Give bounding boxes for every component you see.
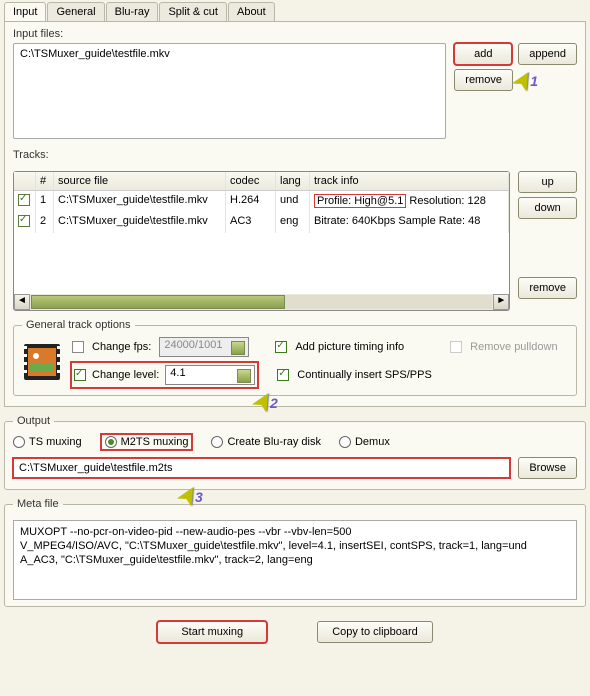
remove-pulldown-checkbox <box>450 341 462 353</box>
film-icon <box>22 342 62 382</box>
col-num[interactable]: # <box>36 172 54 190</box>
up-button[interactable]: up <box>518 171 577 193</box>
copy-clipboard-button[interactable]: Copy to clipboard <box>317 621 433 643</box>
output-path-input[interactable]: C:\TSMuxer_guide\testfile.m2ts <box>13 458 510 478</box>
input-file-item[interactable]: C:\TSMuxer_guide\testfile.mkv <box>20 48 439 60</box>
track-lang: und <box>276 191 310 212</box>
gto-legend: General track options <box>22 319 135 331</box>
ts-muxing-radio[interactable] <box>13 436 25 448</box>
meta-line: A_AC3, "C:\TSMuxer_guide\testfile.mkv", … <box>20 553 570 567</box>
cont-sps-label: Continually insert SPS/PPS <box>297 369 432 381</box>
track-checkbox[interactable] <box>18 194 30 206</box>
m2ts-highlight: M2TS muxing <box>100 433 194 451</box>
level-select[interactable]: 4.1 <box>165 365 255 385</box>
remove-track-button[interactable]: remove <box>518 277 577 299</box>
track-codec: H.264 <box>226 191 276 212</box>
scroll-right-icon[interactable]: ► <box>493 294 509 310</box>
change-level-checkbox[interactable] <box>74 369 86 381</box>
annotation-arrow-icon: ➤ <box>244 384 282 418</box>
tab-about[interactable]: About <box>228 2 275 21</box>
change-level-group-highlight: Change level: 4.1 <box>72 363 257 387</box>
add-button[interactable]: add <box>454 43 512 65</box>
ts-muxing-label: TS muxing <box>29 436 82 448</box>
tab-general[interactable]: General <box>47 2 104 21</box>
change-level-label: Change level: <box>92 369 159 381</box>
table-row[interactable]: 2 C:\TSMuxer_guide\testfile.mkv AC3 eng … <box>14 212 509 233</box>
col-info[interactable]: track info <box>310 172 509 190</box>
track-num: 2 <box>36 212 54 233</box>
demux-label: Demux <box>355 436 390 448</box>
change-fps-label: Change fps: <box>92 341 151 353</box>
track-num: 1 <box>36 191 54 212</box>
input-files-list[interactable]: C:\TSMuxer_guide\testfile.mkv <box>13 43 446 139</box>
down-button[interactable]: down <box>518 197 577 219</box>
col-lang[interactable]: lang <box>276 172 310 190</box>
profile-highlight: Profile: High@5.1 <box>314 194 406 208</box>
meta-file-group: Meta file MUXOPT --no-pcr-on-video-pid -… <box>4 498 586 607</box>
meta-line: MUXOPT --no-pcr-on-video-pid --new-audio… <box>20 525 570 539</box>
scroll-thumb[interactable] <box>31 295 285 309</box>
tracks-label: Tracks: <box>13 149 577 161</box>
start-muxing-button[interactable]: Start muxing <box>157 621 267 643</box>
col-source[interactable]: source file <box>54 172 226 190</box>
track-info: Profile: High@5.1 Resolution: 128 <box>310 191 509 212</box>
scroll-track[interactable] <box>31 295 492 309</box>
tab-bar: Input General Blu-ray Split & cut About <box>0 0 590 21</box>
remove-pulldown-label: Remove pulldown <box>470 341 557 353</box>
output-group: Output TS muxing M2TS muxing Create Blu-… <box>4 415 586 490</box>
browse-button[interactable]: Browse <box>518 457 577 479</box>
tracks-header: # source file codec lang track info <box>14 172 509 191</box>
cont-sps-checkbox[interactable] <box>277 369 289 381</box>
input-files-label: Input files: <box>13 28 577 40</box>
m2ts-muxing-radio[interactable] <box>105 436 117 448</box>
meta-textarea[interactable]: MUXOPT --no-pcr-on-video-pid --new-audio… <box>13 520 577 600</box>
general-track-options: General track options Change fps: 24000/… <box>13 319 577 396</box>
meta-legend: Meta file <box>13 498 63 510</box>
demux-radio[interactable] <box>339 436 351 448</box>
fps-select[interactable]: 24000/1001 <box>159 337 249 357</box>
horizontal-scrollbar[interactable]: ◄ ► <box>14 294 509 310</box>
meta-line: V_MPEG4/ISO/AVC, "C:\TSMuxer_guide\testf… <box>20 539 570 553</box>
output-legend: Output <box>13 415 54 427</box>
tab-split[interactable]: Split & cut <box>159 2 227 21</box>
bluray-radio[interactable] <box>211 436 223 448</box>
track-src: C:\TSMuxer_guide\testfile.mkv <box>54 212 226 233</box>
track-codec: AC3 <box>226 212 276 233</box>
input-panel: Input files: C:\TSMuxer_guide\testfile.m… <box>4 21 586 407</box>
track-checkbox[interactable] <box>18 215 30 227</box>
tab-input[interactable]: Input <box>4 2 46 21</box>
remove-input-button[interactable]: remove <box>454 69 513 91</box>
add-picture-checkbox[interactable] <box>275 341 287 353</box>
track-src: C:\TSMuxer_guide\testfile.mkv <box>54 191 226 212</box>
tracks-table: # source file codec lang track info 1 C:… <box>13 171 510 311</box>
col-codec[interactable]: codec <box>226 172 276 190</box>
scroll-left-icon[interactable]: ◄ <box>14 294 30 310</box>
bluray-label: Create Blu-ray disk <box>227 436 321 448</box>
track-lang: eng <box>276 212 310 233</box>
table-row[interactable]: 1 C:\TSMuxer_guide\testfile.mkv H.264 un… <box>14 191 509 212</box>
append-button[interactable]: append <box>518 43 577 65</box>
add-picture-label: Add picture timing info <box>295 341 404 353</box>
change-fps-checkbox[interactable] <box>72 341 84 353</box>
track-info: Bitrate: 640Kbps Sample Rate: 48 <box>310 212 509 233</box>
annotation-number-2: 2 <box>270 395 278 411</box>
tab-bluray[interactable]: Blu-ray <box>106 2 159 21</box>
m2ts-muxing-label: M2TS muxing <box>121 436 189 448</box>
